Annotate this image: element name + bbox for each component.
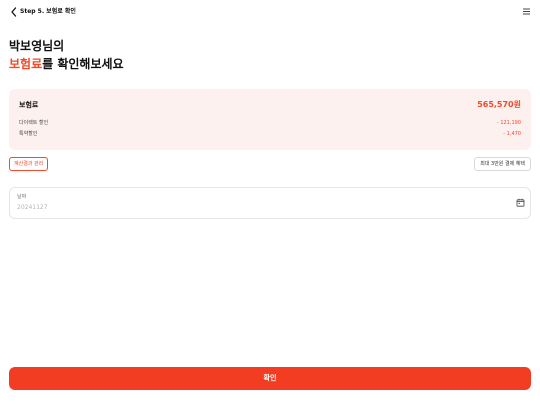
date-field-label: 날짜 [17, 194, 27, 200]
heading-rest: 를 확인해보세요 [42, 57, 124, 71]
page-title: Step 5. 보험료 확인 [20, 8, 76, 15]
heading-instruction: 보험료를 확인해보세요 [9, 57, 124, 72]
heading-accent: 보험료 [9, 57, 43, 71]
discount-value: - 1,470 [503, 130, 521, 137]
calendar-icon[interactable] [516, 198, 525, 207]
date-field[interactable]: 날짜 20241127 [9, 187, 531, 219]
manage-results-button[interactable]: 계산결과 관리 [9, 157, 49, 171]
confirm-button[interactable]: 확인 [9, 367, 531, 390]
top-bar: Step 5. 보험료 확인 [0, 0, 540, 24]
hamburger-menu-icon[interactable] [522, 7, 531, 16]
discount-label: 특약할인 [19, 131, 38, 137]
premium-label: 보험료 [19, 100, 39, 109]
back-chevron-icon[interactable] [9, 6, 19, 18]
premium-row: 보험료 565,570원 [19, 99, 521, 110]
discount-value: - 121,190 [496, 119, 521, 126]
payment-benefit-button[interactable]: 최대 3만원 결제 혜택 [474, 157, 531, 171]
premium-value: 565,570원 [477, 100, 521, 109]
discount-row: 특약할인 - 1,470 [19, 130, 521, 138]
heading-name: 박보영님의 [9, 39, 65, 53]
discount-row: 다이렉트 할인 - 121,190 [19, 119, 521, 127]
date-field-value[interactable]: 20241127 [17, 204, 48, 211]
premium-summary-card: 보험료 565,570원 다이렉트 할인 - 121,190 특약할인 - 1,… [9, 89, 531, 150]
discount-label: 다이렉트 할인 [19, 120, 49, 126]
